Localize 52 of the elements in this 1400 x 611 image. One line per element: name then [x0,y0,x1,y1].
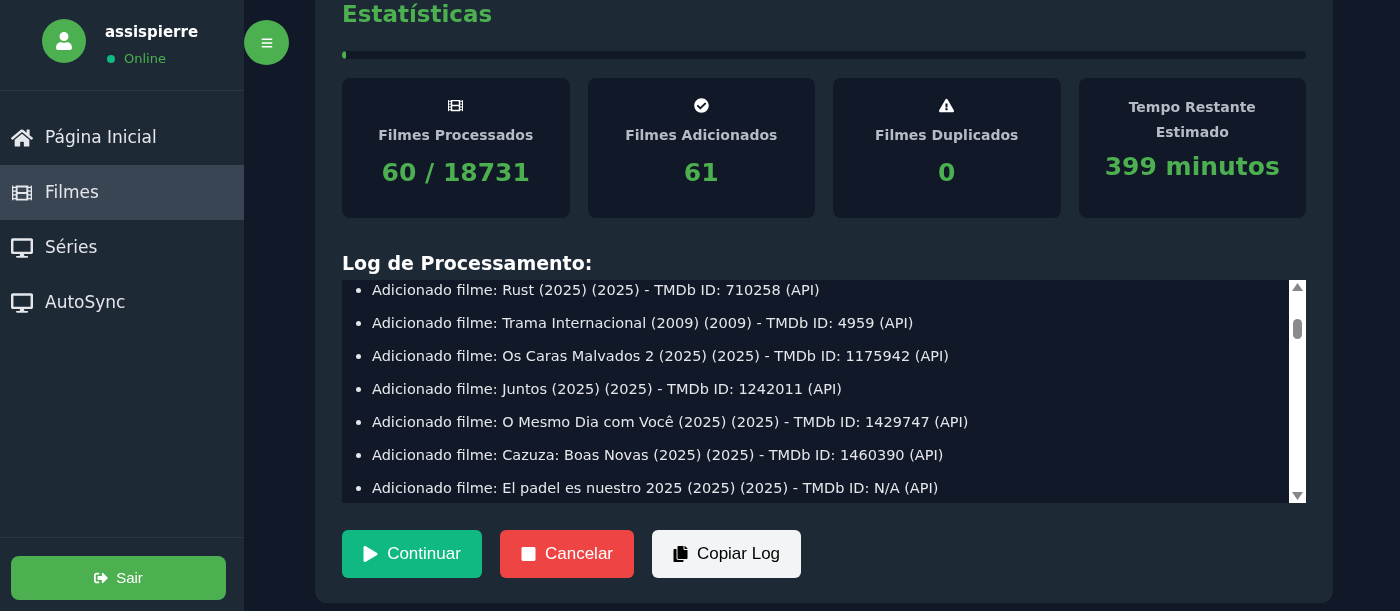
bullet-icon [356,453,361,458]
menu-icon [260,36,273,49]
menu-button[interactable] [244,20,289,65]
sidebar-item-label: Página Inicial [45,125,157,149]
bullet-icon [356,420,361,425]
bullet-icon [356,387,361,392]
sidebar-item-label: AutoSync [45,290,126,314]
action-button[interactable]: Cancelar [500,530,634,578]
play-icon [363,546,379,562]
section-title: Estatísticas [342,0,494,28]
log-entry: Adicionado filme: O Mesmo Dia com Você (2025) (2025) - TMDb ID: 1429747 (API) [372,413,969,432]
bullet-icon [356,354,361,359]
sidebar-item-label: Filmes [45,180,99,204]
home-icon [11,127,33,148]
bullet-icon [356,288,361,293]
log-title: Log de Processamento: [342,252,594,274]
stat-value: 60 / 18731 [381,158,530,188]
sidebar-item[interactable]: AutoSync [0,275,244,330]
log-entry: Adicionado filme: Os Caras Malvados 2 (2025) (2025) - TMDb ID: 1175942 (API) [372,347,949,366]
log-entry: Adicionado filme: El padel es nuestro 2025 (2025) (2025) - TMDb ID: N/A (API) [372,479,939,498]
bullet-icon [356,321,361,326]
film-icon [448,98,464,113]
sign-out-icon [94,571,109,585]
bullet-icon [356,486,361,491]
stat-label: Filmes Duplicados [875,126,1019,145]
log-entry: Adicionado filme: Juntos (2025) (2025) - TMDb ID: 1242011 (API) [372,380,842,399]
scroll-up-icon[interactable] [1292,283,1303,291]
log-entry: Adicionado filme: Rust (2025) (2025) - TMDb ID: 710258 (API) [372,281,820,300]
sidebar-item[interactable]: Página Inicial [0,110,244,165]
scrollbar[interactable] [1289,280,1306,503]
sidebar-item-label: Séries [45,235,98,259]
stat-value: 0 [938,158,956,188]
stat-label: Filmes Processados [378,126,534,145]
log-entry: Adicionado filme: Trama Internacional (2009) (2009) - TMDb ID: 4959 (API) [372,314,914,333]
action-button[interactable]: Copiar Log [652,530,801,578]
warning-icon [939,98,955,113]
stat-value: 61 [683,158,719,188]
copy-icon [672,546,688,562]
sidebar-item[interactable]: Séries [0,220,244,275]
user-avatar-icon [42,19,86,63]
stat-label: Tempo Restante Estimado [1127,98,1257,142]
scrollbar-thumb[interactable] [1293,319,1302,339]
stat-label: Filmes Adicionados [625,126,778,145]
stop-icon [520,546,536,562]
sidebar-item[interactable]: Filmes [0,165,244,220]
log-entry: Adicionado filme: Cazuza: Boas Novas (2025) (2025) - TMDb ID: 1460390 (API) [372,446,944,465]
user-name: assispierre [105,22,199,42]
scroll-down-icon[interactable] [1292,492,1303,500]
stat-value: 399 minutos [1104,152,1280,182]
user-status: Online [124,50,166,68]
monitor-icon [11,237,33,258]
monitor-icon [11,292,33,313]
